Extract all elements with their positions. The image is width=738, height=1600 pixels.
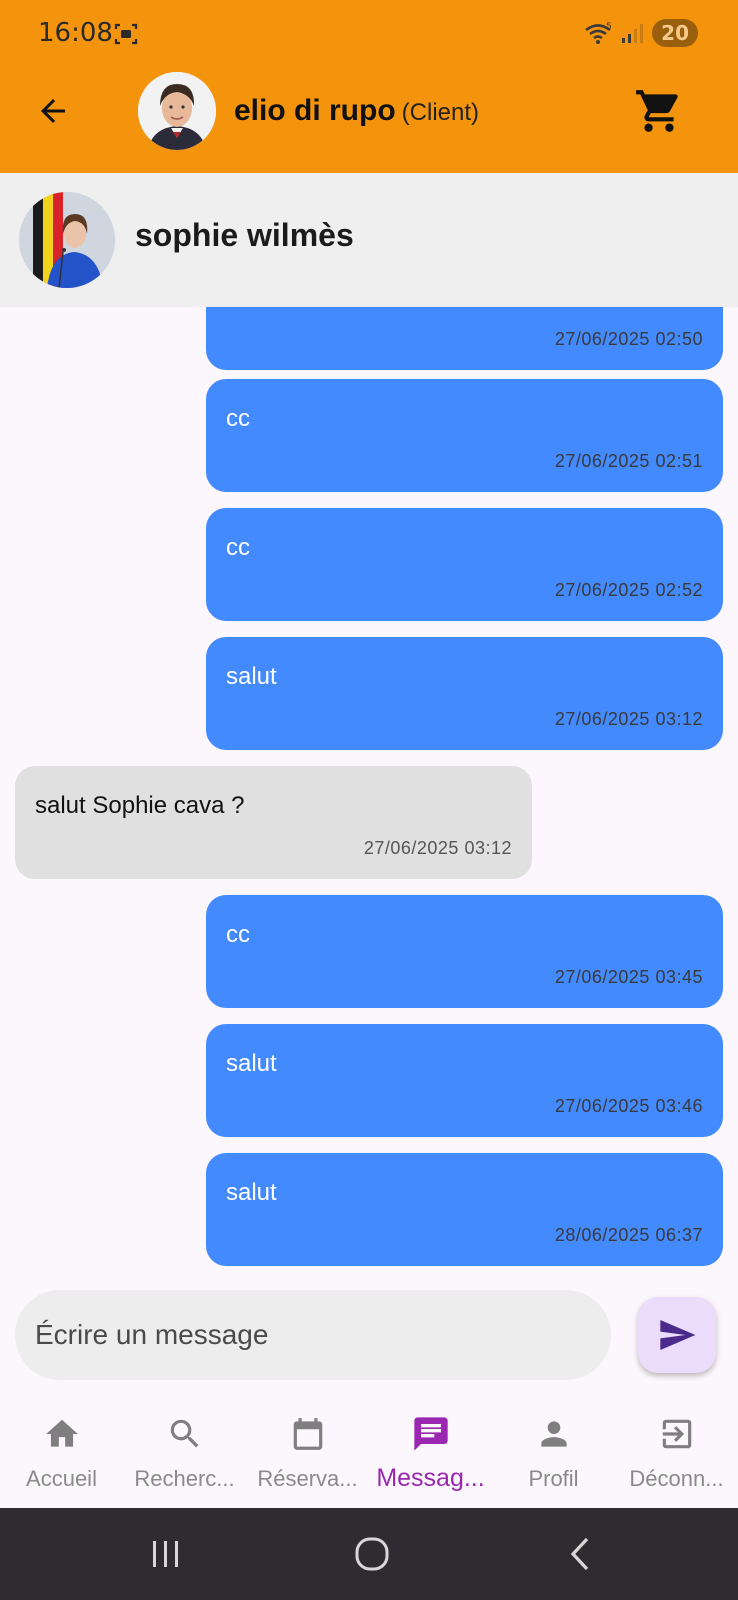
nav-item-profil[interactable]: Profil bbox=[492, 1400, 615, 1508]
message-timestamp: 28/06/2025 06:37 bbox=[554, 1225, 703, 1245]
bottom-navigation: Accueil Recherc... Réserva... Messag... … bbox=[0, 1400, 738, 1508]
message-bubble-sent: salut 28/06/2025 06:37 bbox=[206, 1153, 723, 1266]
nav-label: Réserva... bbox=[257, 1466, 358, 1491]
nav-label: Recherc... bbox=[134, 1466, 235, 1491]
contact-avatar-image bbox=[19, 192, 115, 288]
contact-avatar[interactable] bbox=[19, 192, 115, 288]
send-button[interactable] bbox=[638, 1297, 716, 1373]
message-timestamp: 27/06/2025 03:12 bbox=[363, 838, 512, 858]
message-bubble-sent: cc 27/06/2025 02:51 bbox=[206, 379, 723, 492]
back-button[interactable] bbox=[32, 90, 74, 132]
nav-label: Profil bbox=[528, 1466, 579, 1491]
arrow-back-icon bbox=[41, 99, 65, 123]
wifi-icon: 5 bbox=[585, 22, 612, 44]
svg-text:5: 5 bbox=[606, 22, 612, 32]
status-bar: 16:08 5 20 bbox=[0, 0, 738, 68]
message-bubble-sent: salut 27/06/2025 03:12 bbox=[206, 637, 723, 750]
nav-label: Accueil bbox=[26, 1466, 97, 1491]
nav-item-reservations[interactable]: Réserva... bbox=[246, 1400, 369, 1508]
header-user-role: (Client) bbox=[401, 99, 480, 126]
screenshot-icon bbox=[114, 23, 138, 45]
send-icon bbox=[660, 1320, 696, 1350]
app-bar: elio di rupo (Client) bbox=[0, 68, 738, 173]
nav-label: Déconn... bbox=[629, 1466, 724, 1491]
home-icon bbox=[42, 1414, 82, 1454]
shopping-cart-icon bbox=[636, 90, 678, 132]
message-text: cc bbox=[226, 921, 250, 948]
message-text: salut Sophie cava ? bbox=[35, 792, 245, 819]
message-text: salut bbox=[226, 1050, 277, 1077]
header-title: elio di rupo (Client) bbox=[234, 94, 479, 128]
message-timestamp: 27/06/2025 02:50 bbox=[554, 329, 703, 349]
message-timestamp: 27/06/2025 03:45 bbox=[554, 967, 703, 987]
message-bubble-sent: 27/06/2025 02:50 bbox=[206, 307, 723, 370]
message-text: salut bbox=[226, 1179, 277, 1206]
chevron-left-icon bbox=[570, 1537, 589, 1571]
message-bubble-received: salut Sophie cava ? 27/06/2025 03:12 bbox=[15, 766, 532, 879]
status-indicators: 5 20 bbox=[584, 19, 698, 47]
message-bubble-sent: salut 27/06/2025 03:46 bbox=[206, 1024, 723, 1137]
user-avatar[interactable] bbox=[138, 72, 216, 150]
message-text: salut bbox=[226, 663, 277, 690]
signal-icon bbox=[622, 24, 644, 43]
recent-apps-button[interactable] bbox=[146, 1534, 186, 1574]
nav-item-deconnexion[interactable]: Déconn... bbox=[615, 1400, 738, 1508]
message-text: cc bbox=[226, 405, 250, 432]
home-system-button[interactable] bbox=[352, 1534, 392, 1574]
message-input[interactable] bbox=[35, 1290, 595, 1380]
contact-name: sophie wilmès bbox=[135, 217, 354, 253]
message-text: cc bbox=[226, 534, 250, 561]
nav-item-accueil[interactable]: Accueil bbox=[0, 1400, 123, 1508]
message-timestamp: 27/06/2025 02:51 bbox=[554, 451, 703, 471]
avatar-image bbox=[138, 72, 216, 150]
status-time: 16:08 bbox=[38, 18, 113, 48]
message-timestamp: 27/06/2025 02:52 bbox=[554, 580, 703, 600]
system-navigation-bar bbox=[0, 1508, 738, 1600]
nav-item-recherche[interactable]: Recherc... bbox=[123, 1400, 246, 1508]
message-bubble-sent: cc 27/06/2025 02:52 bbox=[206, 508, 723, 621]
recent-apps-icon bbox=[153, 1541, 178, 1567]
battery-indicator: 20 bbox=[652, 19, 698, 47]
message-timestamp: 27/06/2025 03:12 bbox=[554, 709, 703, 729]
search-icon bbox=[165, 1414, 205, 1454]
home-circle-icon bbox=[355, 1537, 389, 1571]
header-user-name: elio di rupo bbox=[234, 94, 396, 127]
message-timestamp: 27/06/2025 03:46 bbox=[554, 1096, 703, 1116]
message-composer bbox=[15, 1290, 611, 1380]
back-system-button[interactable] bbox=[564, 1534, 596, 1574]
message-list[interactable]: 27/06/2025 02:50 cc 27/06/2025 02:51 cc … bbox=[0, 307, 738, 1272]
nav-label: Messag... bbox=[376, 1464, 485, 1492]
message-icon bbox=[411, 1414, 451, 1454]
message-bubble-sent: cc 27/06/2025 03:45 bbox=[206, 895, 723, 1008]
calendar-icon bbox=[288, 1414, 328, 1454]
logout-icon bbox=[657, 1414, 697, 1454]
cart-button[interactable] bbox=[634, 86, 684, 136]
contact-header: sophie wilmès bbox=[0, 173, 738, 307]
person-icon bbox=[534, 1414, 574, 1454]
nav-item-messages[interactable]: Messag... bbox=[369, 1400, 492, 1508]
